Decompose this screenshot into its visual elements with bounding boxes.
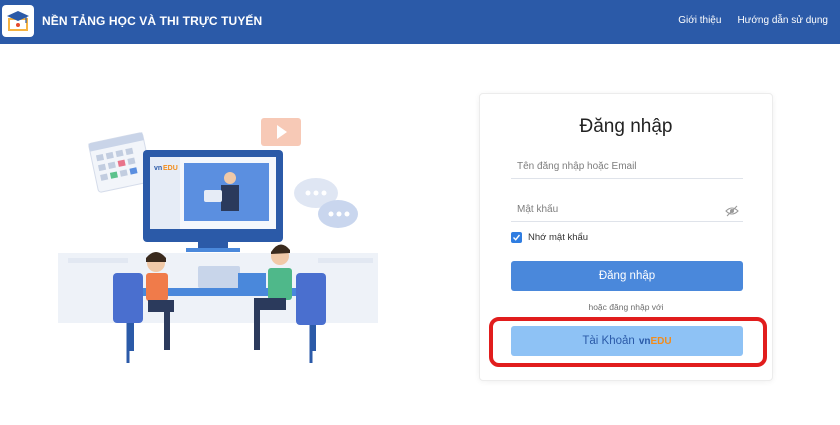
school-logo-icon[interactable] — [2, 5, 34, 37]
login-button[interactable]: Đăng nhập — [511, 261, 743, 291]
nav-link-intro[interactable]: Giới thiệu — [678, 15, 721, 26]
username-input[interactable] — [511, 161, 743, 172]
screen-vnedu-vn: vn — [154, 165, 162, 172]
password-field-wrapper — [511, 198, 743, 222]
remember-label: Nhớ mật khẩu — [528, 232, 589, 243]
eye-off-icon[interactable] — [725, 204, 739, 217]
login-title: Đăng nhập — [579, 116, 673, 137]
nav-link-user-guide[interactable]: Hướng dẫn sử dụng — [737, 15, 828, 26]
remember-me[interactable]: Nhớ mật khẩu — [511, 232, 588, 243]
top-header: NỀN TẢNG HỌC VÀ THI TRỰC TUYẾN Giới thiệ… — [0, 0, 840, 44]
screen-vnedu-edu: EDU — [163, 165, 178, 172]
site-title: NỀN TẢNG HỌC VÀ THI TRỰC TUYẾN — [42, 14, 263, 28]
checkmark-icon — [513, 234, 521, 241]
alternative-login-text: hoặc đăng nhập với — [588, 302, 664, 312]
password-input[interactable] — [511, 204, 743, 215]
remember-checkbox[interactable] — [511, 232, 522, 243]
top-nav: Giới thiệu Hướng dẫn sử dụng — [678, 15, 828, 26]
online-learning-illustration: vn EDU — [58, 108, 388, 378]
username-field-wrapper — [511, 155, 743, 179]
highlight-annotation — [489, 317, 767, 367]
